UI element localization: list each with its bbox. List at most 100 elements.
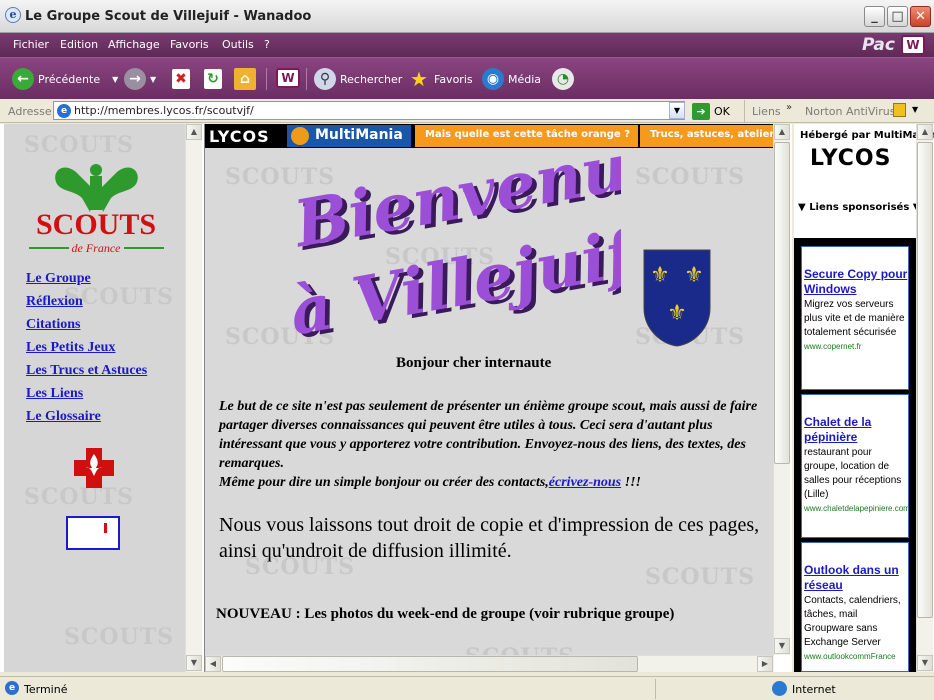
scroll-right-icon[interactable]: ▶ [757,656,773,672]
history-icon: ◔ [552,68,574,90]
forward-dropdown-icon: ▼ [150,74,157,84]
address-label: Adresse [8,105,52,118]
internet-zone-globe-icon [772,681,787,696]
minimize-button[interactable]: _ [864,6,885,27]
sponsored-ads: Secure Copy pour Windows Migrez vos serv… [794,238,916,672]
nav-glossaire[interactable]: Le Glossaire [26,409,101,425]
nav-petits-jeux[interactable]: Les Petits Jeux [26,340,115,356]
address-input[interactable]: e http://membres.lycos.fr/scoutvjf/ [53,101,685,120]
counter-badge[interactable] [66,516,120,550]
main-frame-hscrollbar[interactable]: ◀ ▶ [205,655,774,672]
triangle-down-icon: ▼ [798,202,806,213]
home-button[interactable]: ⌂ [234,66,260,92]
favorites-button[interactable]: ★ Favoris [408,66,473,92]
forward-button[interactable]: → ▼ [124,66,156,92]
browser-vscrollbar[interactable]: ▲ ▼ [916,124,933,672]
favorites-label: Favoris [434,72,473,86]
media-globe-icon: ◉ [482,68,504,90]
stop-icon: ✖ [172,69,190,89]
multimania-mascot-icon [291,127,309,145]
main-frame-vscrollbar[interactable]: ▲ ▼ [773,124,790,655]
greeting: Bonjour cher internaute [396,355,552,371]
security-zone: Internet [792,683,836,696]
scroll-thumb[interactable] [774,142,790,464]
svg-text:⚜: ⚜ [667,301,687,326]
ie-icon: e [5,7,21,23]
menu-favoris[interactable]: Favoris [170,38,209,51]
search-icon: ⚲ [314,68,336,90]
lycos-big-logo[interactable]: LYCOS [810,146,891,171]
scroll-up-icon[interactable]: ▲ [774,124,790,140]
norton-dropdown-icon[interactable]: ▼ [912,105,918,114]
scroll-left-icon[interactable]: ◀ [205,656,221,672]
menu-affichage[interactable]: Affichage [108,38,160,51]
ad-item[interactable]: Secure Copy pour Windows Migrez vos serv… [801,246,909,390]
refresh-icon: ↻ [204,69,222,89]
wanadoo-brand: Pac [862,35,895,55]
search-button[interactable]: ⚲ Rechercher [314,66,402,92]
nav-le-groupe[interactable]: Le Groupe [26,271,91,287]
scout-cross-emblem-icon [74,448,114,488]
scroll-down-icon[interactable]: ▼ [917,655,933,671]
links-chevron-icon[interactable]: » [786,102,792,113]
links-button[interactable]: Liens [752,105,781,118]
wanadoo-toolbar-icon[interactable]: W [276,68,300,88]
go-label: OK [714,104,730,118]
stop-button[interactable]: ✖ [172,66,194,92]
address-bar: Adresse e http://membres.lycos.fr/scoutv… [0,99,934,123]
nav-liens[interactable]: Les Liens [26,386,83,402]
svg-text:⚜: ⚜ [650,263,670,288]
news-notice: NOUVEAU : Les photos du week-end de grou… [216,606,675,622]
tips-tab[interactable]: Trucs, astuces, atelier [638,125,775,147]
contact-link[interactable]: écrivez-nous [549,475,621,490]
ad-item[interactable]: Chalet de la pépinière restaurant pour g… [801,394,909,538]
scroll-down-icon[interactable]: ▼ [774,638,790,654]
menu-edition[interactable]: Edition [60,38,98,51]
page-icon: e [57,104,71,118]
nav-citations[interactable]: Citations [26,317,80,333]
main-frame: SCOUTS SCOUTS SCOUTS SCOUTS SCOUTS SCOUT… [204,124,790,672]
back-arrow-icon: ← [12,68,34,90]
address-url: http://membres.lycos.fr/scoutvjf/ [74,104,254,117]
scouts-de-france-logo: SCOUTS de France [29,164,164,255]
norton-icon [893,103,906,117]
menu-outils[interactable]: Outils [222,38,254,51]
norton-antivirus[interactable]: Norton AntiVirus [805,105,895,118]
history-button[interactable]: ◔ [552,66,578,92]
title-bar: e Le Groupe Scout de Villejuif - Wanadoo… [0,0,934,33]
sponsored-links-header: ▼ Liens sponsorisés ▼ [798,202,920,213]
close-button[interactable]: ✕ [910,6,931,27]
nav-trucs-astuces[interactable]: Les Trucs et Astuces [26,363,147,379]
hscroll-thumb[interactable] [222,656,638,672]
scroll-up-icon[interactable]: ▲ [186,124,202,140]
scroll-down-icon[interactable]: ▼ [186,655,202,671]
ad-item[interactable]: Outlook dans un réseau Contacts, calendr… [801,542,909,672]
left-frame-scrollbar[interactable]: ▲ ▼ [185,124,202,672]
menu-help[interactable]: ? [264,38,270,51]
svg-text:SCOUTS: SCOUTS [36,208,156,241]
status-bar: e Terminé Internet [0,676,934,700]
media-button[interactable]: ◉ Média [482,66,541,92]
maximize-button[interactable]: □ [887,6,908,27]
go-button[interactable]: ➔ OK [692,102,730,120]
svg-text:de France: de France [72,241,122,255]
go-arrow-icon: ➔ [692,102,710,120]
forward-arrow-icon: → [124,68,146,90]
intro-paragraph: Le but de ce site n'est pas seulement de… [219,399,758,490]
bienvenue-villejuif-title: Bienvenue Bienvenue à Villejuif à Villej… [284,144,621,344]
menu-fichier[interactable]: Fichier [13,38,49,51]
villejuif-coat-of-arms-icon: ⚜ ⚜ ⚜ [643,249,711,347]
svg-text:⚜: ⚜ [684,263,704,288]
nav-reflexion[interactable]: Réflexion [26,294,83,310]
menu-bar: Fichier Edition Affichage Favoris Outils… [0,33,934,57]
page-done-icon: e [5,681,19,695]
wanadoo-logo: W [901,35,925,55]
scroll-up-icon[interactable]: ▲ [917,124,933,140]
address-dropdown-icon[interactable]: ▼ [669,102,685,119]
back-button[interactable]: ← Précédente ▼ [12,66,118,92]
home-icon: ⌂ [234,68,256,90]
scroll-thumb[interactable] [917,142,933,618]
right-frame: Hébergé par MultiMania LYCOS ▼ Liens spo… [792,124,934,672]
back-dropdown-icon: ▼ [112,74,119,84]
refresh-button[interactable]: ↻ [204,66,226,92]
